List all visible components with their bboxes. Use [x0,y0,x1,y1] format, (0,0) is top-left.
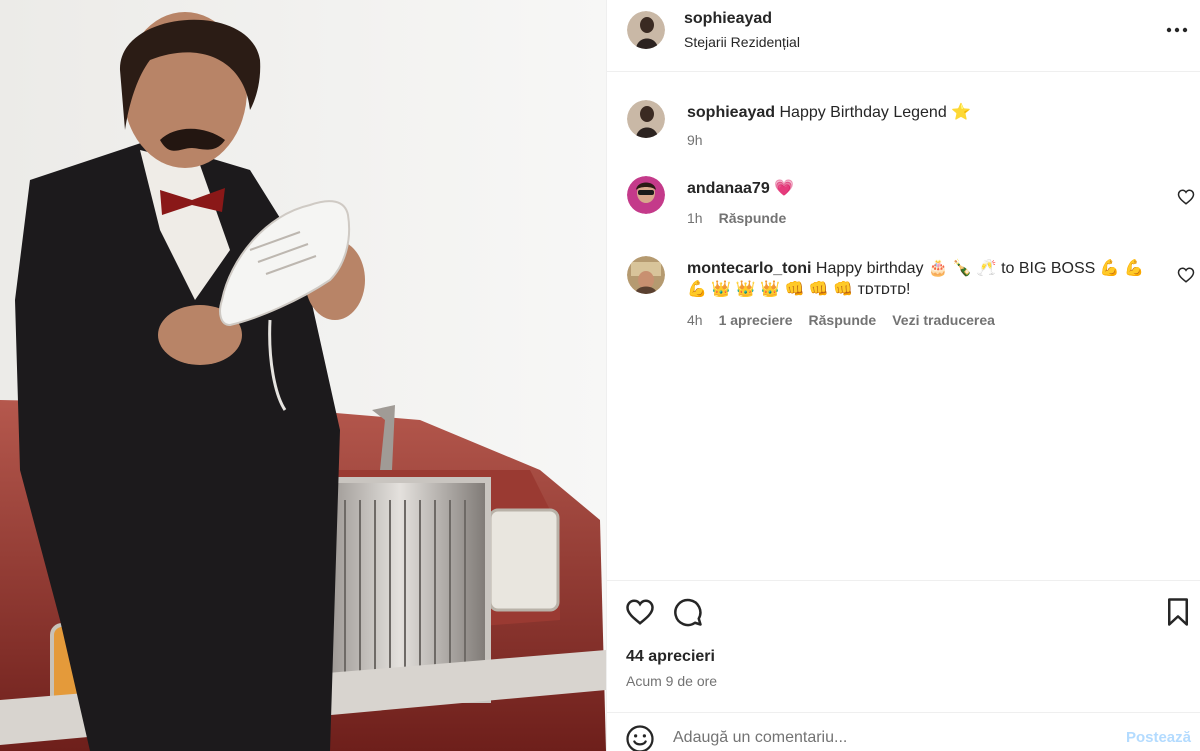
emoji-icon[interactable] [625,724,655,751]
caption-time[interactable]: 9h [687,132,703,148]
comments-list[interactable]: sophieayad Happy Birthday Legend ⭐ 9h an… [607,72,1200,580]
comment-input[interactable] [673,725,1103,751]
author-avatar[interactable] [627,11,665,49]
post-image[interactable] [0,0,606,751]
heart-icon[interactable] [625,597,655,627]
reply-button[interactable]: Răspunde [809,312,877,328]
comment-meta: 1h Răspunde [687,210,786,226]
comment-avatar[interactable] [627,176,665,214]
post-time[interactable]: Acum 9 de ore [626,673,717,689]
caption-avatar[interactable] [627,100,665,138]
comment-text: 💗 [774,180,795,197]
post-header: sophieayad Stejarii Rezidențial [607,0,1200,72]
comment-username[interactable]: montecarlo_toni [687,260,811,277]
comment-time[interactable]: 4h [687,312,703,328]
caption-meta: 9h [687,132,703,148]
reply-button[interactable]: Răspunde [719,210,787,226]
comment-time[interactable]: 1h [687,210,703,226]
see-translation-button[interactable]: Vezi traducerea [892,312,995,328]
comment-text-line: andanaa79 💗 [687,178,1157,199]
post-details-panel: sophieayad Stejarii Rezidențial sophieay… [606,0,1200,751]
comment-composer: Postează [607,712,1200,751]
author-username[interactable]: sophieayad [684,10,772,28]
comment-like-icon[interactable] [1177,266,1195,284]
caption-text-line: sophieayad Happy Birthday Legend ⭐ [687,102,1157,123]
bookmark-icon[interactable] [1163,597,1193,627]
comment-likes-count[interactable]: 1 apreciere [719,312,793,328]
comment-text-line: montecarlo_toni Happy birthday 🎂 🍾 🥂 to … [687,258,1157,300]
likes-count[interactable]: 44 aprecieri [626,648,715,666]
comment-username[interactable]: andanaa79 [687,180,770,197]
post-comment-button[interactable]: Postează [1126,729,1191,746]
more-options-icon [1166,27,1188,33]
comment-meta: 4h 1 apreciere Răspunde Vezi traducerea [687,312,995,328]
caption-username[interactable]: sophieayad [687,104,775,121]
comment-like-icon[interactable] [1177,188,1195,206]
comment-icon[interactable] [673,597,703,627]
photo-man-with-sneaker-and-car [0,0,606,751]
action-bar [607,580,1200,644]
more-options-button[interactable] [1163,16,1191,44]
comment-avatar[interactable] [627,256,665,294]
post-location[interactable]: Stejarii Rezidențial [684,34,800,50]
caption-text: Happy Birthday Legend ⭐ [779,104,972,121]
